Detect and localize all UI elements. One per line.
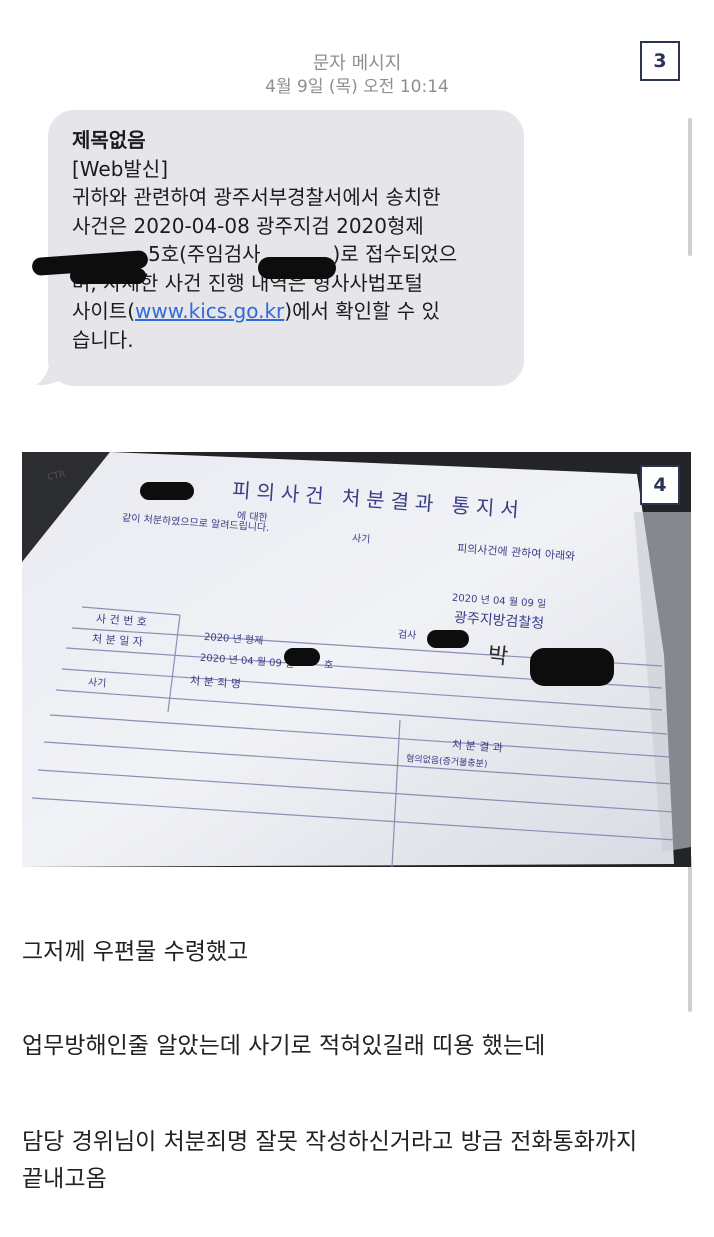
image-index-badge-4: 4: [640, 465, 680, 505]
document-case-no-suffix: 호: [323, 659, 334, 672]
message-line-web: [Web발신]: [72, 156, 169, 181]
message-body: 제목없음 [Web발신] 귀하와 관련하여 광주서부경찰서에서 송치한 사건은 …: [72, 126, 512, 354]
redaction-mark: [140, 482, 194, 500]
message-line-7: 사이트(www.kics.go.kr)에서 확인할 수 있: [72, 297, 512, 326]
document-prosecutor-name: 박: [486, 642, 510, 670]
redaction-mark: [258, 257, 336, 279]
message-line-7-before: 사이트(: [72, 299, 136, 323]
scrollbar-bottom[interactable]: [688, 856, 692, 1012]
message-line-3: 귀하와 관련하여 광주서부경찰서에서 송치한: [72, 185, 441, 209]
document-prosecutor-label: 검사: [397, 629, 417, 642]
redaction-mark: [530, 648, 614, 686]
message-bubble-tail: [36, 356, 72, 386]
message-line-4: 사건은 2020-04-08 광주지검 2020형제: [72, 213, 424, 238]
message-line-7-after: )에서 확인할 수 있: [284, 299, 440, 323]
message-line-5-before: 5호(주임검사: [148, 242, 261, 266]
post-text-line-2: 업무방해인줄 알았는데 사기로 적혀있길래 띠용 했는데: [22, 1033, 546, 1059]
message-subject: 제목없음: [72, 128, 146, 152]
redaction-mark: [284, 648, 320, 666]
message-line-8: 습니다.: [72, 327, 134, 352]
kics-link[interactable]: www.kics.go.kr: [135, 299, 284, 323]
redaction-mark: [70, 268, 146, 284]
image-index-badge-3: 3: [640, 41, 680, 81]
document-photo: CTR 피의사건 처분결과 통지서 에 대한 같이 처분하였으므로 알려드립니다…: [22, 452, 691, 867]
message-line-5-after: )로 접수되었으: [332, 242, 458, 266]
scrollbar-top[interactable]: [688, 118, 692, 256]
redaction-mark: [427, 630, 469, 648]
post-text-line-3b: 끝내고옴: [22, 1166, 107, 1192]
post-text-line-1: 그저께 우편물 수령했고: [22, 939, 249, 965]
post-text-line-3a: 담당 경위님이 처분죄명 잘못 작성하신거라고 방금 전화통화까지: [22, 1129, 638, 1155]
document-crime-label: 사기: [87, 677, 107, 690]
sms-timestamp: 4월 9일 (목) 오전 10:14: [265, 77, 449, 97]
document-crime-top: 사기: [351, 533, 371, 546]
